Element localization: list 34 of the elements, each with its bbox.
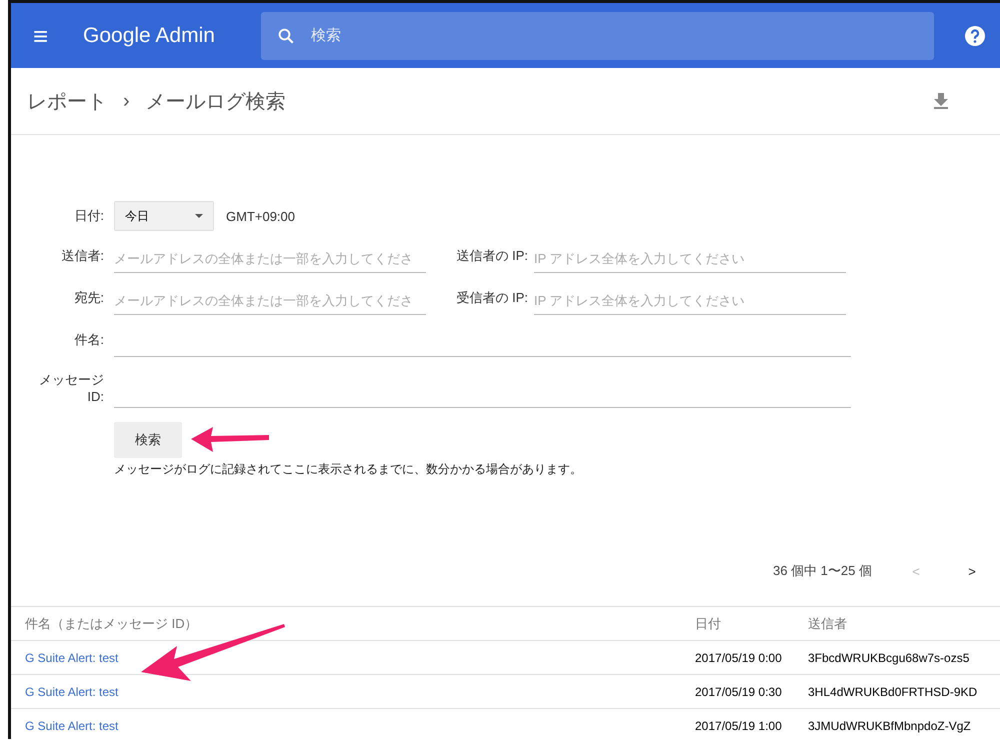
column-header[interactable]: 送信者 [794, 606, 1000, 640]
field-label: 日付: [73, 207, 105, 225]
caret-icon [195, 214, 203, 218]
search-field[interactable]: 検索 [261, 12, 934, 60]
date-dropdown[interactable]: 今日 [114, 201, 214, 231]
table-cell: 3HL4dWRUKBd0FRTHSD-9KD [808, 684, 978, 698]
breadcrumb-separator: › [123, 90, 130, 112]
field-label: 宛先: [73, 289, 105, 307]
subject-link[interactable]: G Suite Alert: test [25, 650, 118, 664]
timezone-label: GMT+09:00 [226, 208, 296, 224]
search-button[interactable]: 検索 [114, 422, 182, 458]
subject-link[interactable]: G Suite Alert: test [25, 684, 118, 698]
table-cell: 3JMUdWRUKBfMbnpdoZ-VgZ [808, 718, 971, 732]
table-cell: 2017/05/19 0:30 [695, 684, 782, 698]
search-icon [277, 26, 295, 44]
product-title: Google Admin [83, 24, 216, 48]
breadcrumb-item: メールログ検索 [146, 90, 286, 114]
table-cell: 2017/05/19 0:00 [695, 650, 782, 664]
field-label: 送信者の IP: [455, 247, 529, 265]
subject-link[interactable]: G Suite Alert: test [25, 718, 118, 732]
field-label: 送信者: [60, 247, 105, 265]
menu-icon[interactable]: ≡ [33, 22, 73, 48]
field-label: メッセージ ID: [38, 371, 105, 406]
field-label: 件名: [73, 331, 105, 349]
table-cell: 2017/05/19 1:00 [695, 718, 782, 732]
field-label: 受信者の IP: [455, 289, 529, 307]
download-icon[interactable] [934, 93, 948, 109]
table-cell: 3FbcdWRUKBcgu68w7s-ozs5 [808, 650, 970, 664]
breadcrumb-item[interactable]: レポート [27, 88, 107, 114]
help-icon[interactable] [964, 24, 986, 46]
page-range: 36 個中 1〜25 個 [773, 562, 872, 580]
column-header[interactable]: 日付 [681, 606, 794, 640]
next-page-button[interactable]: > [944, 562, 1000, 580]
info-note: メッセージがログに記録されてここに表示されるまでに、数分かかる場合があります。 [114, 461, 583, 478]
